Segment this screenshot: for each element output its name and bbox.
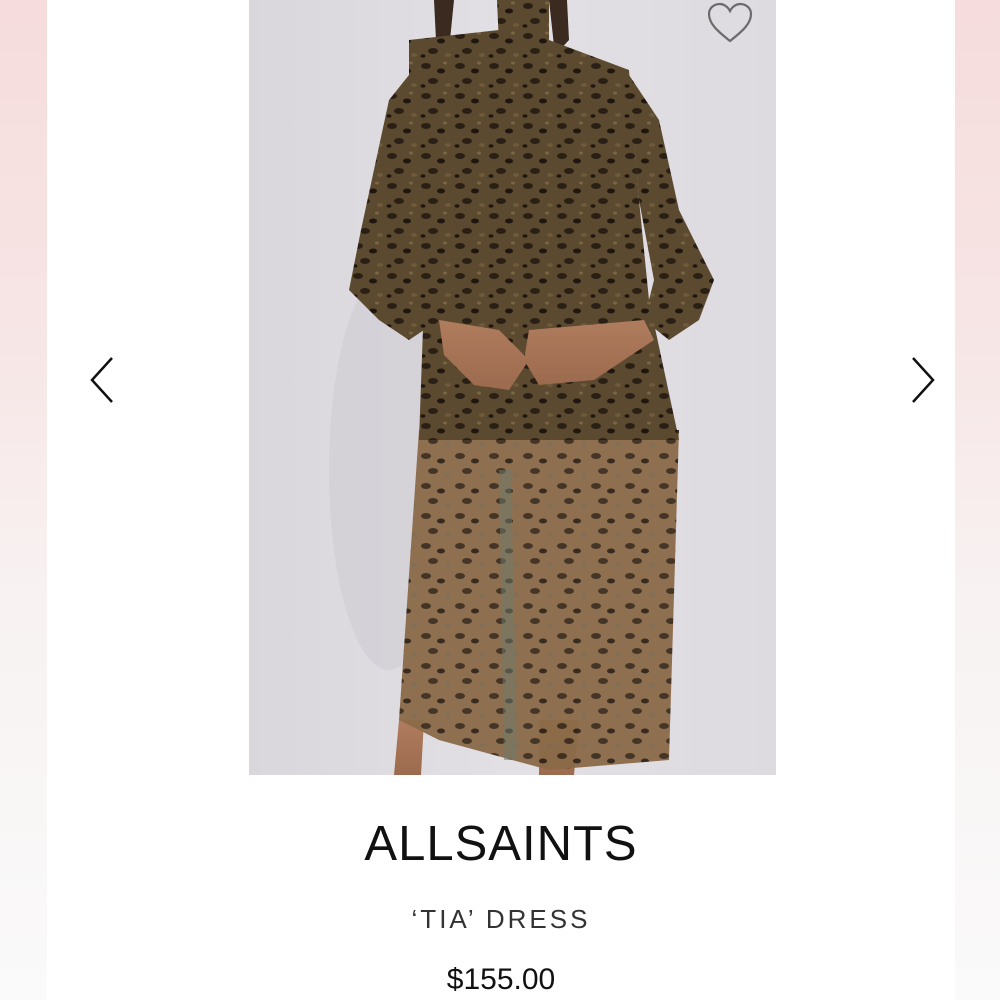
product-page: ALLSAINTS ‘TIA’ DRESS $155.00 — [47, 0, 955, 1000]
heart-outline-icon — [707, 2, 753, 43]
wishlist-button[interactable] — [704, 0, 756, 46]
background-edge-left — [0, 0, 47, 1000]
brand-name[interactable]: ALLSAINTS — [47, 816, 955, 872]
product-price: $155.00 — [446, 963, 556, 996]
next-image-button[interactable] — [903, 350, 943, 410]
dress-photo-illustration — [329, 0, 714, 775]
product-image[interactable] — [249, 0, 776, 775]
previous-image-button[interactable] — [82, 350, 122, 410]
product-title: ‘TIA’ DRESS — [411, 904, 591, 934]
chevron-left-icon — [90, 357, 113, 403]
background-edge-right — [955, 0, 1000, 1000]
chevron-right-icon — [912, 357, 935, 403]
